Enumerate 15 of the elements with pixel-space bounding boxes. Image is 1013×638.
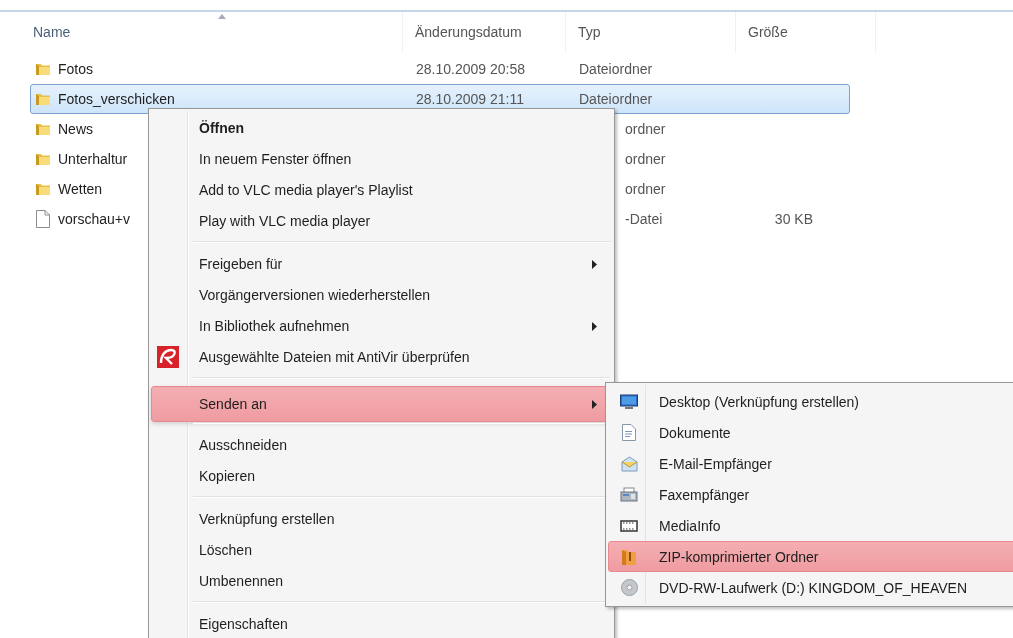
modified-date: 28.10.2009 21:11 <box>416 91 524 107</box>
file-type: Dateiordner <box>579 91 653 107</box>
file-type: ordner <box>625 121 666 137</box>
file-name: Unterhaltur <box>58 151 128 167</box>
file-type: ordner <box>625 181 666 197</box>
file-type: Dateiordner <box>579 61 653 77</box>
file-name: Wetten <box>58 181 103 197</box>
file-name: Fotos <box>58 61 93 77</box>
file-name: News <box>58 121 93 137</box>
file-name: Fotos_verschicken <box>58 91 175 107</box>
file-type: ordner <box>625 151 666 167</box>
modified-date: 28.10.2009 20:58 <box>416 61 525 77</box>
file-name: vorschau+v <box>58 211 130 227</box>
file-type: -Datei <box>625 211 663 227</box>
file-size: 30 KB <box>774 211 813 227</box>
